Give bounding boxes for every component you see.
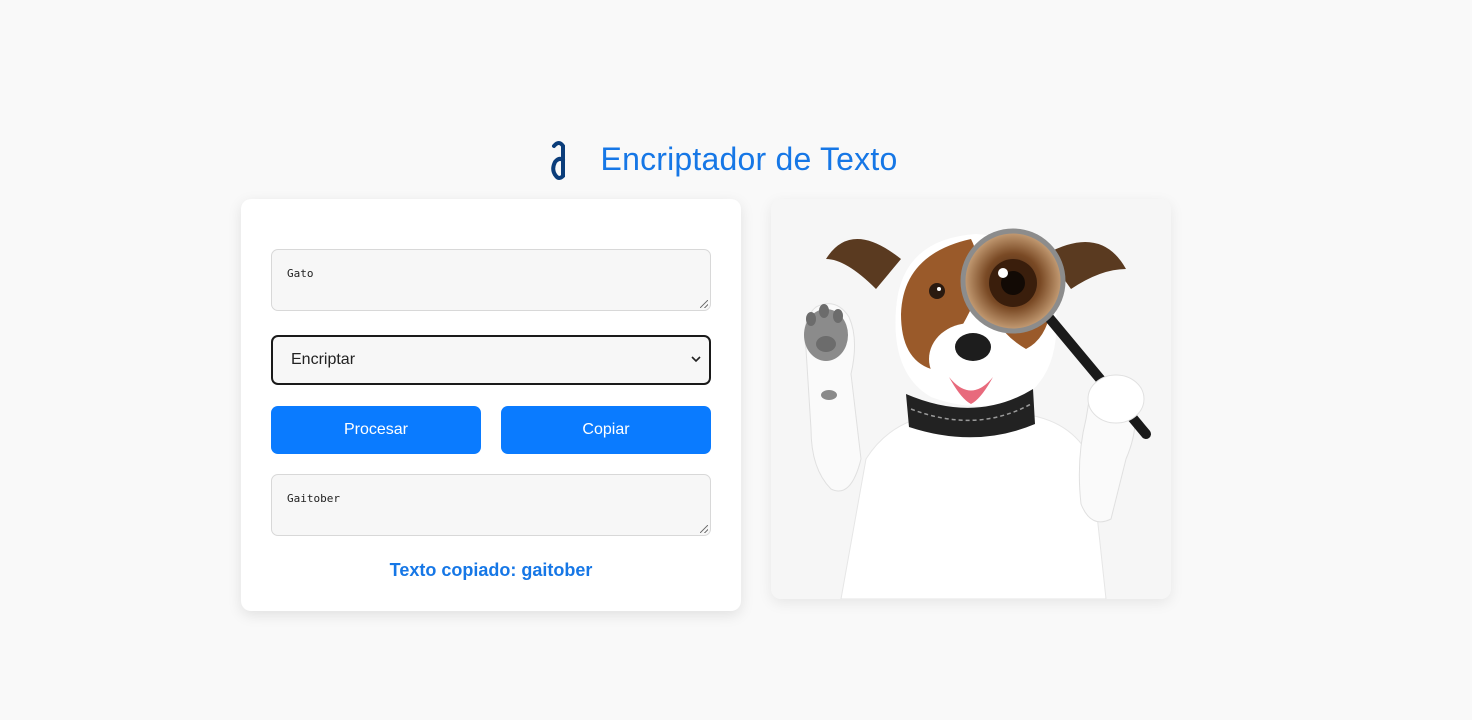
copy-status-message: Texto copiado: gaitober: [389, 560, 593, 580]
dog-illustration: [771, 199, 1171, 599]
mode-select[interactable]: Encriptar: [271, 335, 711, 385]
input-textarea[interactable]: Gato: [271, 249, 711, 311]
alura-logo-icon: [550, 138, 567, 180]
app-header: Encriptador de Texto: [0, 136, 1472, 182]
process-button[interactable]: Procesar: [271, 406, 481, 454]
encryptor-card: Gato Encriptar Procesar Copiar Gaitober …: [241, 199, 741, 611]
chevron-down-icon: [691, 356, 701, 363]
output-textarea[interactable]: Gaitober: [271, 474, 711, 536]
copy-button[interactable]: Copiar: [501, 406, 711, 454]
mode-select-value: Encriptar: [291, 351, 356, 368]
dog-with-magnifier-illustration: [771, 199, 1171, 599]
resize-handle-icon[interactable]: [700, 300, 708, 308]
page-title: Encriptador de Texto: [600, 140, 898, 177]
resize-handle-icon[interactable]: [700, 525, 708, 533]
